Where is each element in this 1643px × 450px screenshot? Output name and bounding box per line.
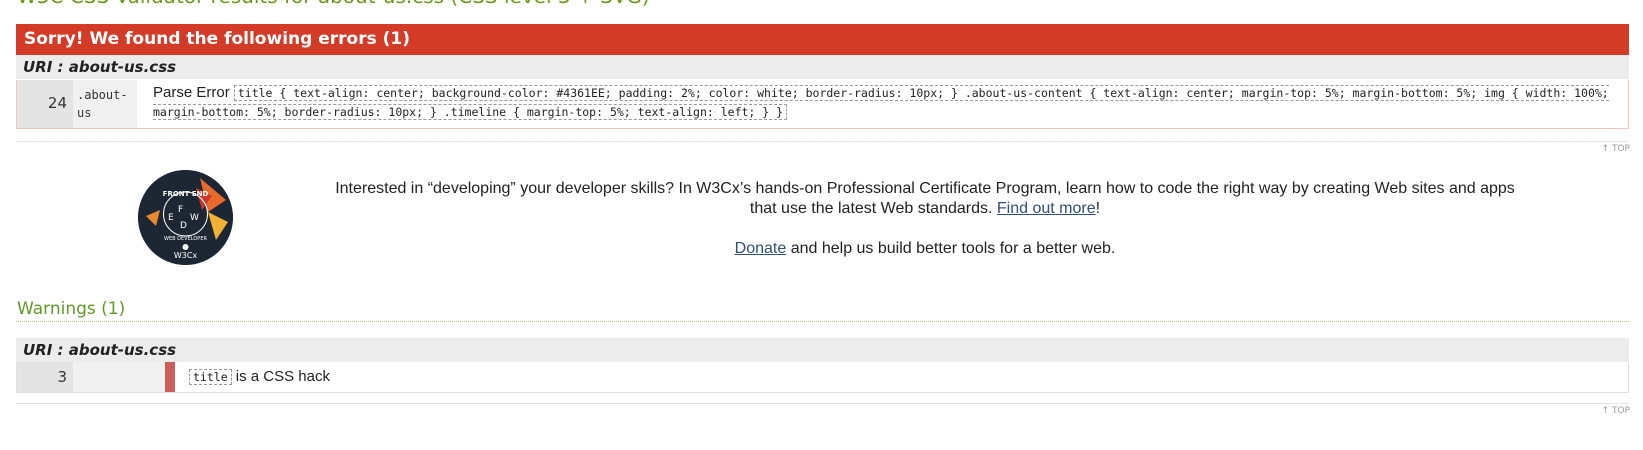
errors-separator <box>16 141 1629 142</box>
error-message: Parse Error title { text-align: center; … <box>153 83 1615 121</box>
promo-description: Interested in “developing” your develope… <box>335 180 1515 217</box>
warning-text: is a CSS hack <box>231 368 330 385</box>
find-out-more-link[interactable]: Find out more <box>997 200 1096 217</box>
donate-link[interactable]: Donate <box>735 240 787 257</box>
svg-text:D: D <box>180 221 187 231</box>
warning-context <box>73 362 165 392</box>
svg-text:W: W <box>190 213 199 223</box>
error-type: Parse Error <box>153 84 230 101</box>
error-line-number: 24 <box>17 80 73 128</box>
warning-row: 3 title is a CSS hack <box>16 362 1629 393</box>
warning-code-snippet: title <box>189 369 232 385</box>
warning-line-number: 3 <box>17 362 73 392</box>
error-code-snippet: title { text-align: center; background-c… <box>153 85 1609 120</box>
warnings-uri-bar: URI : about-us.css <box>16 338 1629 362</box>
error-row: 24 .about-us Parse Error title { text-al… <box>16 80 1629 129</box>
warnings-heading: Warnings (1) <box>17 299 126 319</box>
warning-message: title is a CSS hack <box>189 368 330 386</box>
promo-text: Interested in “developing” your develope… <box>325 179 1525 219</box>
promo-link-suffix: ! <box>1095 200 1101 217</box>
warnings-separator <box>16 403 1629 404</box>
warnings-top-link[interactable]: ↑ TOP <box>1520 406 1630 416</box>
badge-graphic: FRONT END F E W D WEB DEVELOPER W3Cx <box>138 170 233 265</box>
errors-top-link[interactable]: ↑ TOP <box>1520 144 1630 154</box>
errors-banner: Sorry! We found the following errors (1) <box>16 24 1629 55</box>
donate-line: Donate and help us build better tools fo… <box>325 239 1525 259</box>
warnings-rule <box>16 321 1629 322</box>
w3cx-badge-icon[interactable]: FRONT END F E W D WEB DEVELOPER W3Cx <box>138 170 233 265</box>
page-title: W3C CSS Validator results for about-us.c… <box>17 0 650 8</box>
warning-level-marker <box>165 362 175 392</box>
error-context: .about-us <box>73 80 137 128</box>
svg-text:WEB DEVELOPER: WEB DEVELOPER <box>164 236 207 242</box>
svg-text:E: E <box>168 213 174 223</box>
svg-text:FRONT END: FRONT END <box>163 190 209 198</box>
donate-text: and help us build better tools for a bet… <box>786 240 1116 257</box>
svg-text:W3Cx: W3Cx <box>174 251 198 260</box>
errors-uri-bar: URI : about-us.css <box>16 55 1629 79</box>
svg-text:F: F <box>178 205 183 215</box>
